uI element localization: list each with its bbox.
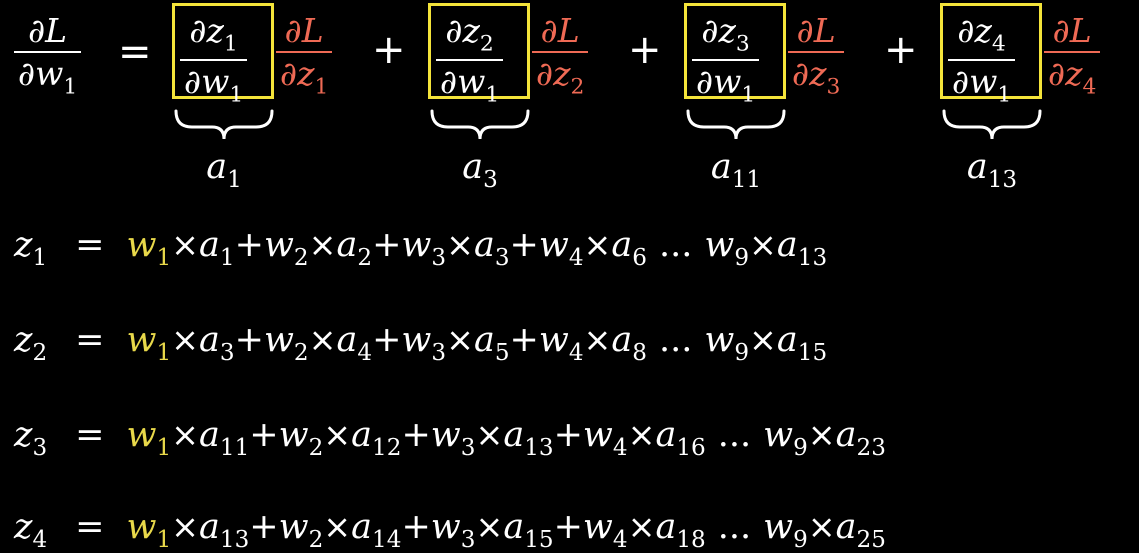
- underbrace-1: [174, 109, 274, 140]
- term4-red-fraction: ∂L ∂z4: [1044, 14, 1101, 98]
- lhs-numerator: ∂L: [28, 11, 68, 50]
- term3-fraction: ∂z3 ∂w1: [692, 14, 760, 106]
- brace-label-4: a13: [966, 147, 1018, 193]
- plus-sign-2: +: [628, 27, 662, 73]
- brace-label-2: a3: [462, 147, 498, 193]
- term3-red-fraction: ∂L ∂z3: [788, 14, 845, 98]
- underbrace-3: [686, 109, 786, 140]
- lhs-fraction: ∂L ∂w1: [14, 11, 82, 100]
- row-z4: z4 = w1×a13+w2×a14+w3×a15+w4×a18... w9×a25: [14, 507, 886, 553]
- plus-sign-3: +: [884, 27, 918, 73]
- brace-label-3: a11: [710, 147, 762, 193]
- term2-fraction: ∂z2 ∂w1: [436, 14, 504, 106]
- underbrace-4: [942, 109, 1042, 140]
- term2-red-fraction: ∂L ∂z2: [532, 14, 589, 98]
- term1-red-fraction: ∂L ∂z1: [276, 14, 333, 98]
- term1-fraction: ∂z1 ∂w1: [180, 14, 248, 106]
- underbrace-2: [430, 109, 530, 140]
- underbraces: [174, 109, 1042, 140]
- row-z2: z2 = w1×a3+w2×a4+w3×a5+w4×a8... w9×a15: [14, 320, 828, 366]
- row-z1: z1 = w1×a1+w2×a2+w3×a3+w4×a6... w9×a13: [14, 225, 828, 271]
- lhs-denominator: ∂w1: [18, 54, 78, 100]
- row-z3: z3 = w1×a11+w2×a12+w3×a13+w4×a16... w9×a23: [14, 415, 886, 461]
- term4-fraction: ∂z4 ∂w1: [948, 14, 1016, 106]
- equals-sign: =: [118, 29, 152, 75]
- plus-sign-1: +: [372, 27, 406, 73]
- brace-label-1: a1: [206, 147, 242, 193]
